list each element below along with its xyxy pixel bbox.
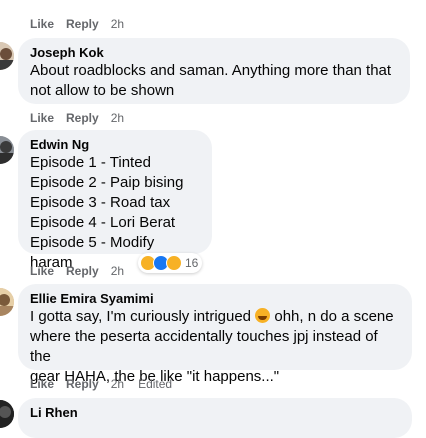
comment-text: Episode 4 - Lori Berat: [30, 214, 176, 231]
comment-text: not allow to be shown: [30, 82, 175, 99]
comment-text: Episode 2 - Paip bising: [30, 174, 184, 191]
comment-actions: Like Reply 2h: [30, 110, 124, 126]
reaction-count: 16: [185, 256, 199, 270]
comment-text: About roadblocks and saman. Anything mor…: [30, 62, 392, 79]
comment-text: where the peserta accidentally touches j…: [30, 328, 378, 365]
comment-bubble: Li Rhen: [18, 398, 412, 438]
laughing-emoji-icon: [255, 308, 271, 323]
like-link[interactable]: Like: [30, 111, 54, 125]
comment-actions: Like Reply 2h Edited: [30, 376, 172, 392]
comment-bubble: Joseph Kok About roadblocks and saman. A…: [18, 38, 410, 104]
timestamp[interactable]: 2h: [111, 264, 124, 278]
timestamp[interactable]: 2h: [111, 377, 124, 391]
comment-author[interactable]: Edwin Ng: [30, 136, 200, 153]
comment-text: Episode 1 - Tinted: [30, 154, 151, 171]
comment-author[interactable]: Ellie Emira Syamimi: [30, 290, 400, 307]
comment-text-part: I gotta say, I'm curiously intrigued: [30, 308, 256, 325]
avatar-image: [0, 288, 14, 316]
like-link[interactable]: Like: [30, 264, 54, 278]
avatar[interactable]: [0, 136, 14, 164]
comment-author[interactable]: Joseph Kok: [30, 44, 398, 61]
comment-actions: Like Reply 2h: [30, 16, 124, 32]
reaction-summary[interactable]: 16: [138, 253, 203, 273]
avatar[interactable]: [0, 400, 14, 428]
comment-text-part: ohh, n do a scene: [270, 308, 394, 325]
timestamp[interactable]: 2h: [111, 17, 124, 31]
comment-actions: Like Reply 2h: [30, 263, 124, 279]
edited-label: Edited: [138, 377, 173, 391]
avatar[interactable]: [0, 288, 14, 316]
reply-link[interactable]: Reply: [66, 264, 99, 278]
care-icon: [166, 255, 182, 271]
comment-text: Episode 3 - Road tax: [30, 194, 171, 211]
comment-author[interactable]: Li Rhen: [30, 404, 400, 421]
reply-link[interactable]: Reply: [66, 111, 99, 125]
comment-bubble: Ellie Emira Syamimi I gotta say, I'm cur…: [18, 284, 412, 385]
avatar[interactable]: [0, 42, 14, 70]
like-link[interactable]: Like: [30, 17, 54, 31]
avatar-image: [0, 400, 14, 428]
like-link[interactable]: Like: [30, 377, 54, 391]
timestamp[interactable]: 2h: [111, 111, 124, 125]
comment-text: I gotta say, I'm curiously intrigued ohh…: [30, 307, 400, 327]
avatar-image: [0, 136, 14, 164]
reply-link[interactable]: Reply: [66, 377, 99, 391]
comment-bubble: Edwin Ng Episode 1 - Tinted Episode 2 - …: [18, 130, 212, 271]
avatar-image: [0, 42, 14, 70]
reply-link[interactable]: Reply: [66, 17, 99, 31]
